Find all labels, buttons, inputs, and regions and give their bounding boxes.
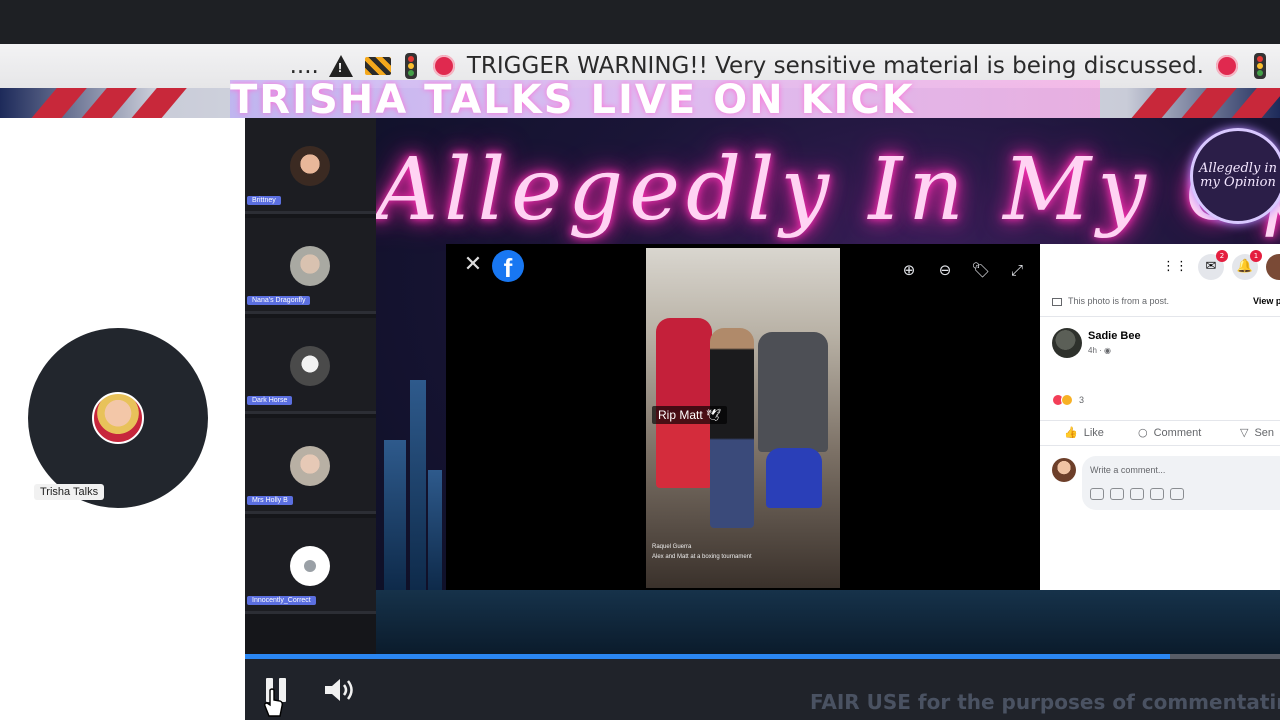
send-icon: ▽ (1240, 426, 1249, 439)
comment-label: Comment (1153, 427, 1202, 439)
avatar (290, 346, 330, 386)
traffic-light-icon (404, 53, 417, 79)
stop-sign-icon (1216, 55, 1238, 77)
host-name-label: Trisha Talks (34, 484, 105, 500)
photo-overlay-text: Rip Matt 🕊 (652, 406, 728, 424)
participant-tile[interactable]: Mrs Holly B (245, 418, 376, 514)
notification-badge: 1 (1250, 250, 1262, 262)
send-label: Sen (1254, 427, 1275, 439)
participant-name: Innocently_Correct (247, 596, 316, 605)
post-actions: 👍 Like ○ Comment ▽ Sen (1040, 420, 1280, 446)
warning-icon (328, 55, 353, 77)
progress-fill (245, 654, 1170, 659)
commenter-avatar (1052, 458, 1076, 482)
banner-title: TRISHA TALKS LIVE ON KICK (230, 80, 1100, 120)
avatar (290, 146, 330, 186)
participant-name: Mrs Holly B (247, 496, 293, 505)
comment-button[interactable]: ○ Comment (1138, 426, 1201, 439)
notifications-icon[interactable]: 🔔 1 (1232, 250, 1262, 280)
like-label: Like (1083, 427, 1104, 439)
participant-name: Nana's Dragonfly (247, 296, 311, 305)
messenger-badge: 2 (1216, 250, 1228, 262)
like-button[interactable]: 👍 Like (1064, 426, 1104, 439)
send-button[interactable]: ▽ Sen (1240, 426, 1274, 439)
comment-placeholder: Write a comment... (1090, 465, 1166, 475)
fullscreen-icon[interactable]: ⤢ (1007, 260, 1027, 280)
reaction-summary[interactable]: 3 (1052, 394, 1084, 406)
apps-grid-icon[interactable]: ⋮⋮ (1162, 254, 1188, 280)
post-photo: Rip Matt 🕊 Raquel Guerra Alex and Matt a… (646, 248, 840, 588)
stop-sign-icon (432, 55, 455, 77)
messenger-icon[interactable]: ✉ 2 (1198, 250, 1228, 280)
divider (1040, 316, 1280, 317)
show-script-title: Allegedly In My Opinion (376, 140, 1280, 240)
avatar (290, 246, 330, 286)
view-post-link[interactable]: View p (1253, 296, 1280, 306)
traffic-light-icon (1254, 53, 1266, 79)
ticker-message: TRIGGER WARNING!! Very sensitive materia… (466, 53, 1204, 79)
author-name[interactable]: Sadie Bee (1088, 330, 1141, 342)
participant-tile[interactable]: Innocently_Correct (245, 518, 376, 614)
top-bar (0, 0, 1280, 44)
ticker-lead: .... (289, 53, 319, 79)
stream-frame: .... TRIGGER WARNING!! Very sensitive ma… (0, 0, 1280, 720)
close-icon[interactable]: ✕ (462, 254, 484, 276)
facebook-logo-icon[interactable]: f (492, 250, 524, 283)
fair-use-notice: FAIR USE for the purposes of commentatin… (810, 690, 1280, 714)
post-notice: This photo is from a post. (1052, 296, 1169, 306)
comment-icon: ○ (1138, 426, 1148, 439)
participant-tile[interactable]: Nana's Dragonfly (245, 218, 376, 314)
host-avatar (92, 392, 144, 444)
avatar-sticker-icon[interactable] (1170, 488, 1184, 500)
post-icon (1052, 297, 1062, 306)
post-notice-text: This photo is from a post. (1068, 296, 1170, 306)
photo-caption: Raquel Guerra Alex and Matt at a boxing … (652, 542, 752, 562)
zoom-out-icon[interactable]: ⊖ (935, 260, 955, 280)
camera-icon[interactable] (1130, 488, 1144, 500)
user-icon (304, 560, 316, 572)
post-time: 4h · ◉ (1088, 346, 1111, 355)
participants-column: Brittney Nana's Dragonfly Dark Horse Mrs… (245, 118, 376, 658)
participant-name: Dark Horse (247, 396, 293, 405)
water-reflection (376, 590, 1280, 658)
show-logo-badge: Allegedly in my Opinion (1190, 128, 1280, 224)
sticker-icon[interactable] (1090, 488, 1104, 500)
comment-input[interactable]: Write a comment... (1082, 456, 1280, 510)
caption-text: Alex and Matt at a boxing tournament (652, 554, 752, 560)
zoom-in-icon[interactable]: ⊕ (899, 260, 919, 280)
sad-reaction-icon (1061, 394, 1073, 406)
tag-icon[interactable]: 🏷 (971, 260, 991, 280)
avatar (290, 546, 330, 586)
participant-name: Brittney (247, 196, 281, 205)
volume-icon[interactable] (322, 675, 358, 705)
thumbs-up-icon: 👍 (1064, 426, 1078, 439)
caption-name: Raquel Guerra (652, 544, 692, 550)
facebook-top-icons: ⋮⋮ ✉ 2 🔔 1 (1040, 244, 1280, 288)
comment-tools (1090, 488, 1184, 500)
participant-tile[interactable]: Brittney (245, 118, 376, 214)
author-avatar[interactable] (1052, 328, 1082, 358)
facebook-side-panel: ⋮⋮ ✉ 2 🔔 1 This photo is from a post. View… (1040, 244, 1280, 590)
profile-avatar[interactable] (1266, 254, 1280, 280)
participant-tile[interactable]: Dark Horse (245, 318, 376, 414)
avatar (290, 446, 330, 486)
gif-icon[interactable] (1150, 488, 1164, 500)
barrier-icon (364, 57, 391, 75)
emoji-icon[interactable] (1110, 488, 1124, 500)
reaction-count: 3 (1079, 395, 1085, 405)
